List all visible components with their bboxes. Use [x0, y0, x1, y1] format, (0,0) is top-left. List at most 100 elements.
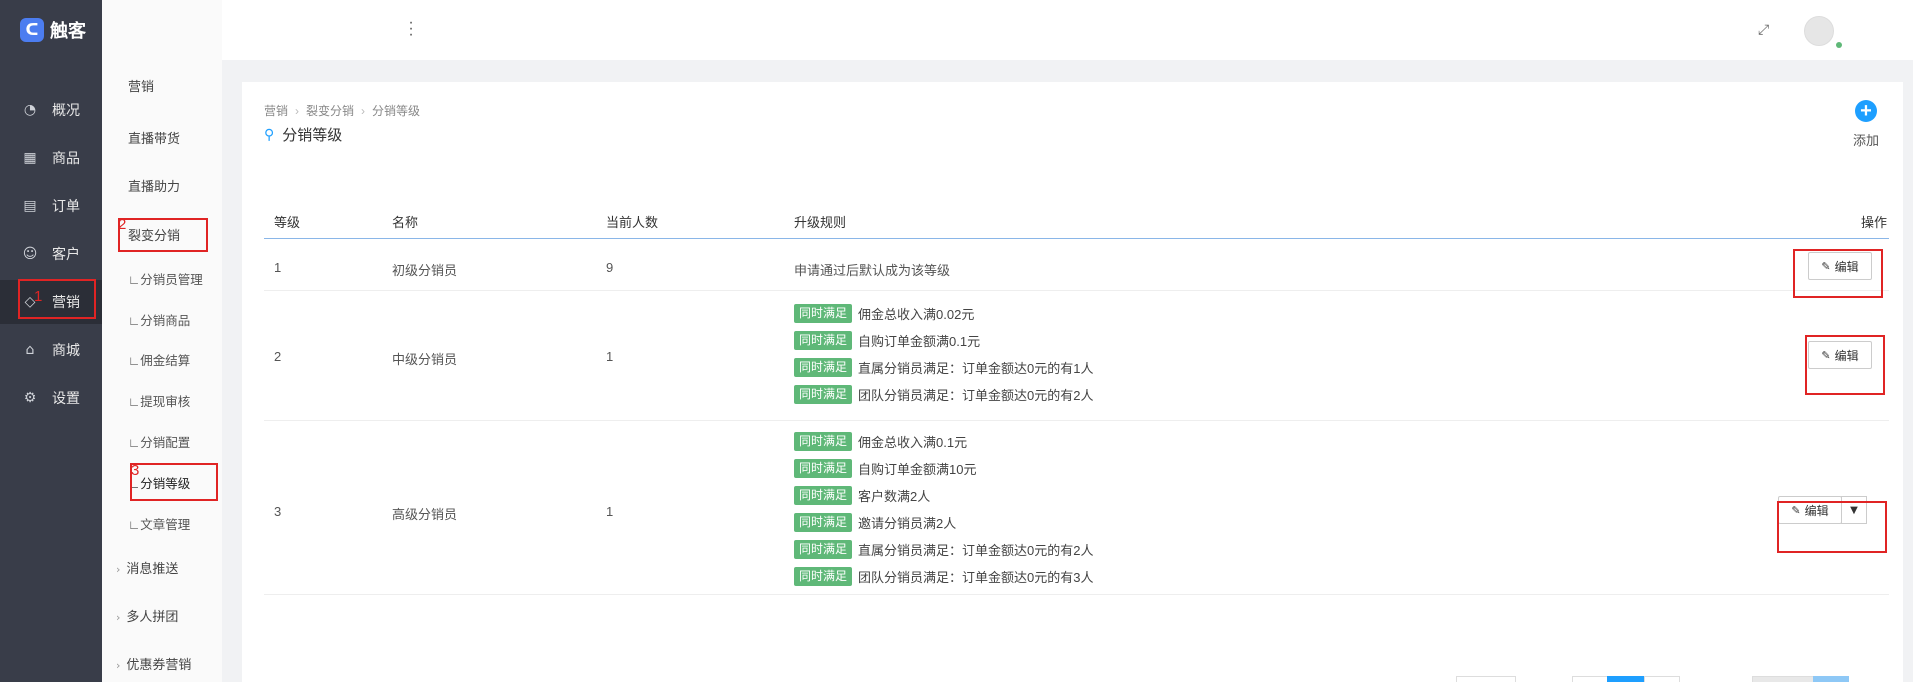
avatar[interactable] — [1804, 16, 1834, 46]
row-divider — [264, 290, 1889, 291]
sub-item-distribution-goods[interactable]: ∟分销商品 — [102, 310, 222, 329]
online-status-dot — [1836, 42, 1842, 48]
breadcrumb-separator: › — [295, 104, 300, 118]
rule-text: 团队分销员满足：订单金额达0元的有3人 — [858, 570, 1094, 585]
app-logo[interactable]: ᑕ 触客 — [0, 0, 102, 60]
pagination-jump-input[interactable] — [1752, 676, 1814, 682]
sub-item-live-sales[interactable]: 直播带货 — [102, 128, 222, 147]
rule-line: 同时满足 团队分销员满足：订单金额达0元的有2人 — [794, 385, 1093, 404]
condition-tag: 同时满足 — [794, 459, 853, 478]
rule-text: 邀请分销员满2人 — [858, 516, 957, 531]
pagination-select[interactable] — [1456, 676, 1516, 682]
sub-menu-header: 营销 — [128, 79, 155, 94]
rule-line: 同时满足 佣金总收入满0.1元 — [794, 432, 967, 451]
cell-level: 1 — [274, 260, 282, 275]
nav-item-products[interactable]: ▦ 商品 — [0, 136, 102, 180]
sub-item-coupon-marketing[interactable]: › 优惠券营销 — [102, 654, 222, 673]
top-header: · · · ⤢ — [222, 0, 1913, 60]
calendar-icon: ▤ — [23, 198, 37, 214]
column-header-count: 当前人数 — [606, 215, 659, 230]
column-header-actions: 操作 — [1861, 215, 1888, 230]
rule-text: 团队分销员满足：订单金额达0元的有2人 — [858, 388, 1094, 403]
nav-item-orders[interactable]: ▤ 订单 — [0, 184, 102, 228]
chevron-right-icon: › — [116, 611, 121, 624]
annotation-box-level — [130, 463, 218, 501]
cell-count: 1 — [606, 504, 614, 519]
sub-item-commission-settle[interactable]: ∟佣金结算 — [102, 350, 222, 369]
cell-level: 3 — [274, 504, 282, 519]
rule-text: 直属分销员满足：订单金额达0元的有1人 — [858, 361, 1094, 376]
rule-line: 同时满足 直属分销员满足：订单金额达0元的有2人 — [794, 540, 1093, 559]
logo-icon: ᑕ — [20, 18, 44, 42]
rule-line: 同时满足 客户数满2人 — [794, 486, 930, 505]
gauge-icon: ◔ — [23, 102, 37, 118]
grid-icon: ▦ — [23, 150, 37, 166]
rule-line: 同时满足 团队分销员满足：订单金额达0元的有3人 — [794, 567, 1093, 586]
table-header-divider — [264, 238, 1889, 239]
gear-icon: ⚙ — [23, 390, 37, 406]
cell-name: 中级分销员 — [392, 352, 458, 367]
add-button[interactable]: + 添加 — [1846, 100, 1886, 149]
rule-text: 客户数满2人 — [858, 489, 931, 504]
sub-item-distribution-config[interactable]: ∟分销配置 — [102, 432, 222, 451]
cell-name: 高级分销员 — [392, 507, 458, 522]
cell-count: 9 — [606, 260, 614, 275]
rule-text: 自购订单金额满0.1元 — [858, 334, 981, 349]
rule-text: 直属分销员满足：订单金额达0元的有2人 — [858, 543, 1094, 558]
sub-menu: 营销 直播带货 直播助力 裂变分销 ∟分销员管理 ∟分销商品 ∟佣金结算 ∟提现… — [102, 0, 222, 682]
nav-label: 订单 — [52, 198, 80, 214]
cell-count: 1 — [606, 349, 614, 364]
breadcrumb-item[interactable]: 裂变分销 — [306, 104, 354, 118]
pagination-prev[interactable] — [1572, 676, 1608, 682]
nav-label: 设置 — [52, 390, 80, 406]
shop-icon: ⌂ — [25, 342, 35, 358]
breadcrumb: 营销 › 裂变分销 › 分销等级 — [264, 102, 420, 119]
sub-item-group-buy[interactable]: › 多人拼团 — [102, 606, 222, 625]
annotation-box-edit-3 — [1777, 501, 1887, 553]
rule-line: 同时满足 自购订单金额满0.1元 — [794, 331, 980, 350]
nav-label: 商城 — [52, 342, 80, 358]
nav-item-overview[interactable]: ◔ 概况 — [0, 88, 102, 132]
rule-line: 同时满足 佣金总收入满0.02元 — [794, 304, 974, 323]
cell-rule: 申请通过后默认成为该等级 — [794, 263, 951, 278]
sub-item-label: 消息推送 — [126, 561, 179, 576]
annotation-number: 3 — [131, 462, 140, 479]
condition-tag: 同时满足 — [794, 385, 853, 404]
sub-item-message-push[interactable]: › 消息推送 — [102, 558, 222, 577]
nav-label: 客户 — [52, 246, 80, 262]
nav-item-customers[interactable]: ☺ 客户 — [0, 232, 102, 276]
breadcrumb-item: 分销等级 — [372, 104, 421, 118]
app-name: 触客 — [50, 21, 86, 41]
sub-item-distributor-manage[interactable]: ∟分销员管理 — [102, 269, 222, 288]
rule-text: 佣金总收入满0.1元 — [858, 435, 968, 450]
sub-item-article-manage[interactable]: ∟文章管理 — [102, 514, 222, 533]
pagination-current[interactable] — [1607, 676, 1645, 682]
condition-tag: 同时满足 — [794, 567, 853, 586]
main-sidebar: ᑕ 触客 ◔ 概况 ▦ 商品 ▤ 订单 ☺ 客户 ◇ 营销 ⌂ 商城 ⚙ 设置 — [0, 0, 102, 682]
cell-name: 初级分销员 — [392, 263, 458, 278]
annotation-box-edit-2 — [1805, 335, 1885, 395]
rule-line: 同时满足 直属分销员满足：订单金额达0元的有1人 — [794, 358, 1093, 377]
fullscreen-icon[interactable]: ⤢ — [1758, 22, 1774, 38]
sub-item-withdraw-review[interactable]: ∟提现审核 — [102, 391, 222, 410]
annotation-number: 2 — [118, 216, 127, 233]
breadcrumb-item[interactable]: 营销 — [264, 104, 288, 118]
plus-circle-icon: + — [1855, 100, 1877, 122]
location-pin-icon: ⚲ — [264, 126, 275, 143]
cell-level: 2 — [274, 349, 282, 364]
pagination-go-button[interactable] — [1813, 676, 1849, 682]
nav-item-settings[interactable]: ⚙ 设置 — [0, 376, 102, 420]
sub-item-live-boost[interactable]: 直播助力 — [102, 176, 222, 195]
rule-line: 同时满足 邀请分销员满2人 — [794, 513, 956, 532]
chevron-right-icon: › — [116, 563, 121, 576]
condition-tag: 同时满足 — [794, 513, 853, 532]
condition-tag: 同时满足 — [794, 358, 853, 377]
add-label: 添加 — [1852, 133, 1879, 148]
rule-line: 同时满足 自购订单金额满10元 — [794, 459, 976, 478]
column-header-rules: 升级规则 — [794, 215, 847, 230]
nav-item-mall[interactable]: ⌂ 商城 — [0, 328, 102, 372]
pagination-next[interactable] — [1644, 676, 1680, 682]
row-divider — [264, 594, 1889, 595]
more-vertical-icon[interactable]: · · · — [408, 15, 414, 43]
rule-text: 自购订单金额满10元 — [858, 462, 977, 477]
